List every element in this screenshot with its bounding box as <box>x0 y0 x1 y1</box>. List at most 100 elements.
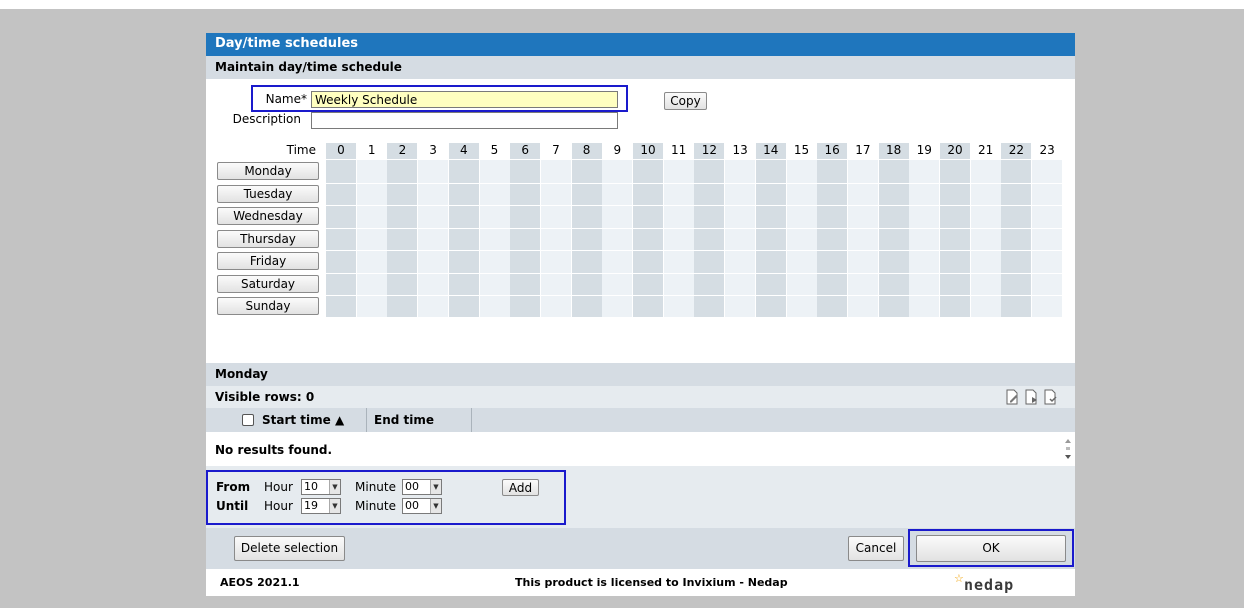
day-button-thursday[interactable]: Thursday <box>217 229 319 248</box>
hour-column[interactable] <box>786 160 817 317</box>
from-minute-label: Minute <box>355 480 396 494</box>
results-scrollbar[interactable] <box>1063 435 1073 463</box>
name-label: Name* <box>265 92 307 106</box>
day-button-tuesday[interactable]: Tuesday <box>217 184 319 203</box>
grid-row-line <box>326 272 1063 274</box>
hour-header: 19 <box>916 143 932 157</box>
delete-selection-button[interactable]: Delete selection <box>234 536 345 561</box>
hour-header: 7 <box>552 143 560 157</box>
hour-header: 4 <box>448 143 479 159</box>
hour-column[interactable] <box>663 160 694 317</box>
hour-column[interactable] <box>940 160 970 317</box>
until-hour-select[interactable]: 19 ▼ <box>301 498 341 514</box>
hour-column[interactable] <box>479 160 510 317</box>
hour-header: 12 <box>694 143 725 159</box>
hour-column[interactable] <box>418 160 449 317</box>
from-minute-select[interactable]: 00 ▼ <box>402 479 442 495</box>
results-table-header: Start time ▲ End time <box>206 408 1075 432</box>
footer: AEOS 2021.1 This product is licensed to … <box>206 569 1075 596</box>
day-button-friday[interactable]: Friday <box>217 252 319 270</box>
hour-header: 18 <box>878 143 909 159</box>
hour-column[interactable] <box>448 160 479 317</box>
edit-row-icon[interactable] <box>1006 389 1020 405</box>
from-label: From <box>216 480 251 494</box>
grid-row-line <box>326 227 1063 229</box>
visible-rows-count: Visible rows: 0 <box>215 390 315 404</box>
hour-header: 15 <box>793 143 810 157</box>
column-divider <box>366 408 367 432</box>
hour-header: 1 <box>367 143 376 157</box>
insert-row-icon[interactable] <box>1025 389 1039 405</box>
day-button-monday[interactable]: Monday <box>217 162 319 180</box>
hour-header: 21 <box>978 143 994 157</box>
hour-column[interactable] <box>571 160 602 317</box>
hour-header: 23 <box>1039 143 1055 157</box>
ok-button[interactable]: OK <box>916 535 1066 562</box>
version-label: AEOS 2021.1 <box>220 576 300 589</box>
day-button-sunday[interactable]: Sunday <box>217 297 319 315</box>
delete-row-icon[interactable] <box>1044 389 1058 405</box>
hour-column[interactable] <box>356 160 387 317</box>
copy-button[interactable]: Copy <box>664 92 707 110</box>
day-heading: Monday <box>206 363 1075 386</box>
select-all-checkbox[interactable] <box>242 414 254 426</box>
hour-column[interactable] <box>755 160 786 317</box>
nedap-logo-text: nedap <box>964 576 1014 594</box>
dialog-title: Day/time schedules <box>206 33 1075 56</box>
hour-column[interactable] <box>970 160 1001 317</box>
no-results-message: No results found. <box>215 443 333 457</box>
results-list: No results found. <box>206 432 1075 466</box>
day-button-wednesday[interactable]: Wednesday <box>217 207 319 225</box>
hour-header: 3 <box>429 143 437 157</box>
from-hour-select[interactable]: 10 ▼ <box>301 479 341 495</box>
hour-header: 2 <box>387 143 418 159</box>
name-field[interactable] <box>311 91 618 108</box>
hour-header: 17 <box>855 143 871 157</box>
hour-column[interactable] <box>326 160 356 317</box>
hour-column[interactable] <box>878 160 909 317</box>
hour-header: 11 <box>671 143 687 157</box>
hour-column[interactable] <box>540 160 571 317</box>
hour-header: 22 <box>1001 143 1032 159</box>
hour-column[interactable] <box>694 160 725 317</box>
hour-column[interactable] <box>1032 160 1063 317</box>
action-bar: Delete selection Cancel OK <box>206 528 1075 569</box>
nedap-logo: ☆ nedap <box>954 572 1069 594</box>
license-text: This product is licensed to Invixium - N… <box>515 576 788 589</box>
grid-row-line <box>326 250 1063 251</box>
from-hour-label: Hour <box>264 480 293 494</box>
hour-column[interactable] <box>725 160 756 317</box>
add-button[interactable]: Add <box>502 479 539 496</box>
hour-header: 5 <box>490 143 499 157</box>
until-label: Until <box>216 499 249 513</box>
schedule-dialog: Day/time schedules Maintain day/time sch… <box>206 33 1075 596</box>
time-label: Time <box>286 143 316 157</box>
hour-column[interactable] <box>1001 160 1032 317</box>
hour-header: 6 <box>510 143 541 159</box>
hour-header: 8 <box>571 143 602 159</box>
hour-column[interactable] <box>510 160 541 317</box>
until-minute-select[interactable]: 00 ▼ <box>402 498 442 514</box>
column-divider <box>471 408 472 432</box>
cancel-button[interactable]: Cancel <box>848 536 904 561</box>
hour-column[interactable] <box>817 160 848 317</box>
day-button-saturday[interactable]: Saturday <box>217 274 319 293</box>
end-time-column-header[interactable]: End time <box>374 408 434 432</box>
hour-column[interactable] <box>387 160 418 317</box>
start-time-column-header[interactable]: Start time ▲ <box>262 408 344 432</box>
description-label: Description <box>232 112 301 126</box>
hour-header: 14 <box>755 143 786 159</box>
hour-column[interactable] <box>602 160 633 317</box>
hour-column[interactable] <box>633 160 663 317</box>
hour-header: 0 <box>326 143 356 159</box>
hour-header: 9 <box>613 143 622 157</box>
grid-row-line <box>326 205 1063 206</box>
dialog-subtitle: Maintain day/time schedule <box>206 56 1075 79</box>
hour-column[interactable] <box>909 160 940 317</box>
visible-rows-bar: Visible rows: 0 <box>206 386 1075 408</box>
hour-column[interactable] <box>847 160 878 317</box>
hour-header: 13 <box>732 143 748 157</box>
until-hour-label: Hour <box>264 499 293 513</box>
grid-row-line <box>326 182 1063 184</box>
description-field[interactable] <box>311 112 618 129</box>
